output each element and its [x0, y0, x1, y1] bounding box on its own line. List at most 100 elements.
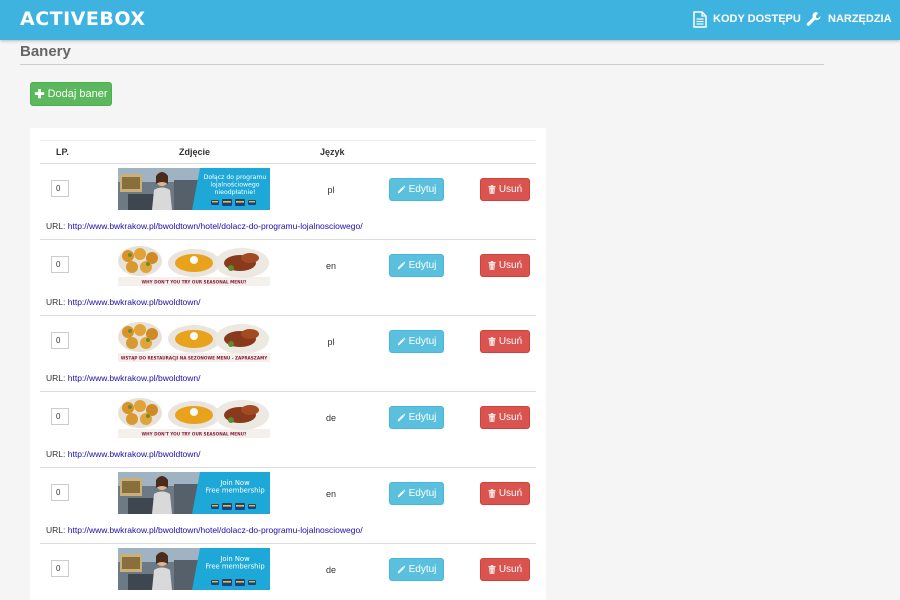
order-input[interactable]: [51, 256, 69, 273]
url-prefix: URL:: [46, 373, 66, 383]
banner-language: de: [325, 413, 336, 423]
column-header-lp: LP.: [56, 147, 69, 157]
trash-icon: [488, 565, 496, 574]
svg-text:Dołącz do programu: Dołącz do programu: [204, 174, 267, 181]
banner-thumbnail: WHY DON'T YOU TRY OUR SEASONAL MENU?: [118, 396, 270, 438]
delete-label: Usuń: [498, 184, 523, 195]
table-header: LP. Zdjęcie Język: [40, 140, 536, 164]
add-banner-button[interactable]: ✚ Dodaj baner: [30, 82, 112, 106]
banner-url: URL: http://www.bwkrakow.pl/bwoldtown/: [46, 297, 201, 307]
trash-icon: [488, 185, 496, 194]
edit-label: Edytuj: [408, 260, 437, 271]
url-prefix: URL:: [46, 297, 66, 307]
svg-text:WHY DON'T YOU TRY OUR SEASONAL: WHY DON'T YOU TRY OUR SEASONAL MENU?: [142, 432, 248, 437]
document-icon: [693, 10, 707, 28]
edit-button[interactable]: Edytuj: [389, 482, 444, 505]
banner-language: pl: [327, 185, 335, 195]
column-header-language: Język: [320, 147, 345, 157]
delete-label: Usuń: [498, 260, 523, 271]
banner-url: URL: http://www.bwkrakow.pl/bwoldtown/ho…: [46, 221, 363, 231]
edit-button[interactable]: Edytuj: [389, 406, 444, 429]
delete-button[interactable]: Usuń: [480, 558, 530, 581]
pencil-icon: [397, 261, 405, 270]
column-header-image: Zdjęcie: [179, 147, 211, 157]
url-prefix: URL:: [46, 525, 66, 535]
banner-thumbnail: Join Now Free membership: [118, 472, 270, 514]
edit-button[interactable]: Edytuj: [389, 178, 444, 201]
banner-language: pl: [327, 337, 335, 347]
delete-button[interactable]: Usuń: [480, 330, 530, 353]
nav-tools[interactable]: NARZĘDZIA: [806, 9, 892, 29]
order-input[interactable]: [51, 180, 69, 197]
svg-text:lojalnościowego: lojalnościowego: [210, 181, 259, 189]
nav-access-codes-label: KODY DOSTĘPU: [713, 13, 801, 25]
edit-button[interactable]: Edytuj: [389, 254, 444, 277]
pencil-icon: [397, 337, 405, 346]
add-banner-label: Dodaj baner: [47, 88, 108, 100]
table-row: Dołącz do programulojalnościowegonieodpł…: [40, 164, 536, 240]
edit-label: Edytuj: [408, 488, 437, 499]
table-row: WSTĄP DO RESTAURACJI NA SEZONOWE MENU - …: [40, 316, 536, 392]
banner-language: de: [325, 565, 336, 575]
edit-label: Edytuj: [408, 564, 437, 575]
delete-label: Usuń: [498, 412, 523, 423]
banner-thumbnail: Dołącz do programu lojalnościowego nieodpł…: [118, 168, 270, 210]
svg-text:WHY DON'T YOU TRY OUR SEASONAL: WHY DON'T YOU TRY OUR SEASONAL MENU?: [142, 280, 248, 285]
banner-url-link[interactable]: http://www.bwkrakow.pl/bwoldtown/hotel/d…: [68, 525, 363, 535]
edit-label: Edytuj: [408, 184, 437, 195]
svg-text:nieodpłatnie!: nieodpłatnie!: [215, 189, 256, 196]
banner-url-link[interactable]: http://www.bwkrakow.pl/bwoldtown/hotel/d…: [68, 221, 363, 231]
wrench-icon: [806, 12, 821, 26]
banner-url-link[interactable]: http://www.bwkrakow.pl/bwoldtown/: [68, 449, 201, 459]
trash-icon: [488, 337, 496, 346]
title-divider: [20, 64, 824, 65]
brand-logo[interactable]: ACTIVEBOX: [20, 8, 145, 30]
banner-url-link[interactable]: http://www.bwkrakow.pl/bwoldtown/: [68, 297, 201, 307]
edit-label: Edytuj: [408, 412, 437, 423]
table-row: Join NowFree membership en Edytuj Usuń U…: [40, 468, 536, 544]
pencil-icon: [397, 185, 405, 194]
banner-url: URL: http://www.bwkrakow.pl/bwoldtown/: [46, 373, 201, 383]
order-input[interactable]: [51, 560, 69, 577]
banner-thumbnail: WSTĄP DO RESTAURACJI NA SEZONOWE MENU - …: [118, 320, 270, 362]
delete-button[interactable]: Usuń: [480, 482, 530, 505]
delete-button[interactable]: Usuń: [480, 406, 530, 429]
table-row: WHY DON'T YOU TRY OUR SEASONAL MENU? en …: [40, 240, 536, 316]
delete-button[interactable]: Usuń: [480, 254, 530, 277]
svg-text:Free membership: Free membership: [205, 487, 264, 495]
order-input[interactable]: [51, 484, 69, 501]
table-row: WHY DON'T YOU TRY OUR SEASONAL MENU? de …: [40, 392, 536, 468]
table-row: Join NowFree membership de Edytuj Usuń: [40, 544, 536, 600]
top-navbar: ACTIVEBOX KODY DOSTĘPU NARZĘDZIA: [0, 0, 900, 40]
plus-icon: ✚: [34, 87, 45, 101]
nav-access-codes[interactable]: KODY DOSTĘPU: [693, 9, 801, 29]
banner-url: URL: http://www.bwkrakow.pl/bwoldtown/ho…: [46, 525, 363, 535]
edit-button[interactable]: Edytuj: [389, 558, 444, 581]
trash-icon: [488, 413, 496, 422]
banner-thumbnail: WHY DON'T YOU TRY OUR SEASONAL MENU?: [118, 244, 270, 286]
banner-url: URL: http://www.bwkrakow.pl/bwoldtown/: [46, 449, 201, 459]
pencil-icon: [397, 565, 405, 574]
trash-icon: [488, 261, 496, 270]
svg-text:WSTĄP DO RESTAURACJI NA SEZONO: WSTĄP DO RESTAURACJI NA SEZONOWE MENU - …: [121, 356, 269, 361]
edit-button[interactable]: Edytuj: [389, 330, 444, 353]
svg-text:Free membership: Free membership: [205, 563, 264, 571]
edit-label: Edytuj: [408, 336, 437, 347]
pencil-icon: [397, 413, 405, 422]
banners-panel: LP. Zdjęcie Język Dołącz do programuloja…: [30, 128, 546, 600]
page-title: Banery: [20, 43, 71, 60]
delete-label: Usuń: [498, 336, 523, 347]
url-prefix: URL:: [46, 221, 66, 231]
banner-language: en: [325, 489, 336, 499]
url-prefix: URL:: [46, 449, 66, 459]
nav-tools-label: NARZĘDZIA: [828, 13, 892, 25]
banner-language: en: [325, 261, 336, 271]
pencil-icon: [397, 489, 405, 498]
order-input[interactable]: [51, 408, 69, 425]
delete-button[interactable]: Usuń: [480, 178, 530, 201]
trash-icon: [488, 489, 496, 498]
order-input[interactable]: [51, 332, 69, 349]
delete-label: Usuń: [498, 564, 523, 575]
delete-label: Usuń: [498, 488, 523, 499]
banner-url-link[interactable]: http://www.bwkrakow.pl/bwoldtown/: [68, 373, 201, 383]
